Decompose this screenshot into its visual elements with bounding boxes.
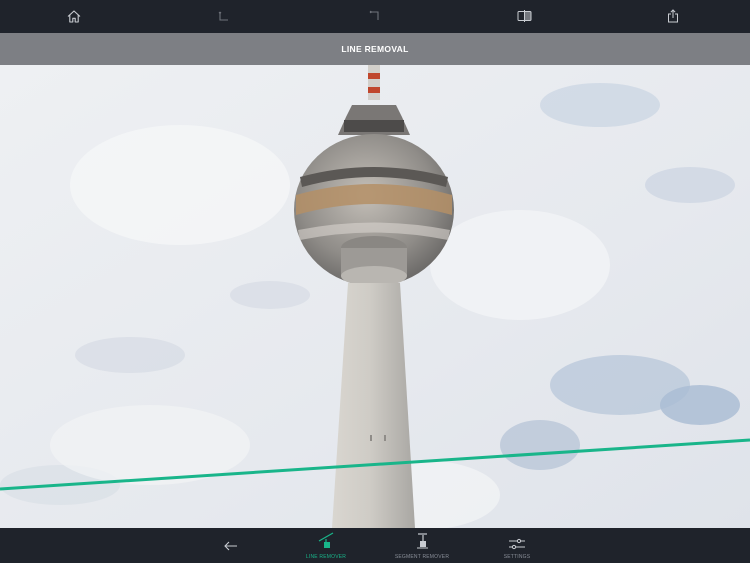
page-title: LINE REMOVAL [341,44,409,54]
redo-icon[interactable] [362,5,386,27]
top-toolbar [0,0,750,33]
tool-label: LINE REMOVER [305,554,347,560]
tool-line-remover[interactable]: LINE REMOVER [296,528,356,563]
tool-label: SETTINGS [503,554,531,560]
tool-label: SEGMENT REMOVER [394,554,450,560]
line-remover-icon [318,528,334,550]
sliders-icon [508,528,526,550]
compare-icon[interactable] [512,5,536,27]
share-icon[interactable] [661,5,685,27]
photo-canvas[interactable] [0,65,750,528]
title-bar: LINE REMOVAL [0,33,750,65]
arrow-left-icon [224,528,238,551]
tool-segment-remover[interactable]: SEGMENT REMOVER [391,528,453,563]
bottom-toolbar: LINE REMOVER SEGMENT REMOVER SETTINGS [0,528,750,563]
home-icon[interactable] [62,5,86,27]
segment-remover-icon [414,528,430,550]
tool-settings[interactable]: SETTINGS [497,528,537,563]
back-button[interactable] [220,528,242,563]
undo-icon[interactable] [212,5,236,27]
